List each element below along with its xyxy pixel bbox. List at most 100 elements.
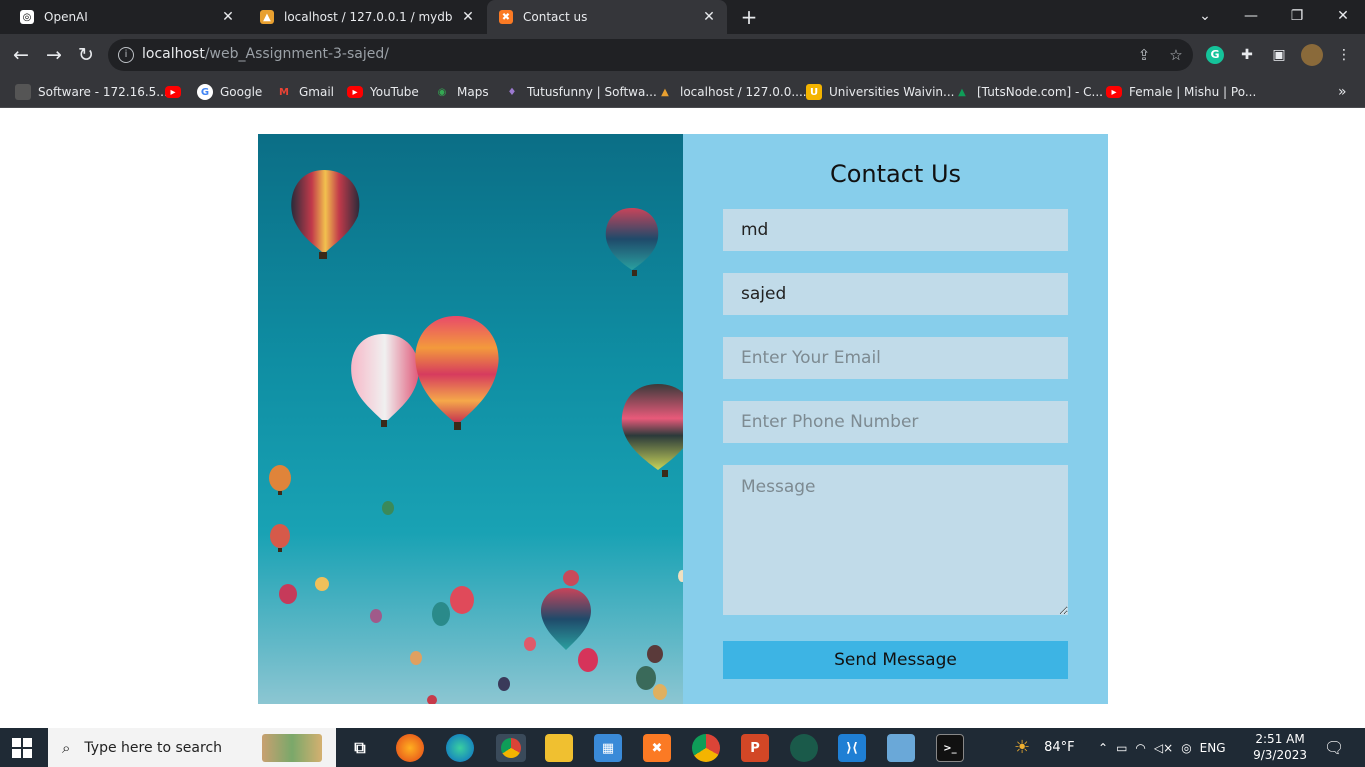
share-icon[interactable]: ⇪ — [1134, 45, 1154, 65]
bookmark-universities[interactable]: U Universities Waivin... — [806, 82, 954, 102]
openai-icon: ◎ — [20, 10, 34, 24]
bookmark-maps[interactable]: ◉ Maps — [434, 82, 489, 102]
browser-tab-strip: ◎ OpenAI ✕ ▲ localhost / 127.0.0.1 / myd… — [0, 0, 1365, 34]
wifi-icon[interactable]: ◠ — [1135, 741, 1145, 755]
windows-start-icon[interactable] — [12, 738, 32, 758]
software-icon — [15, 84, 31, 100]
clock-date: 9/3/2023 — [1253, 748, 1307, 762]
tab-title: localhost / 127.0.0.1 / mydb / use — [284, 10, 454, 24]
bookmark-localhost[interactable]: ▲ localhost / 127.0.0.... — [657, 82, 807, 102]
bookmark-label: Tutusfunny | Softwa... — [527, 85, 657, 99]
drive-icon: ▲ — [958, 86, 966, 98]
microsoft-store-icon[interactable]: ▦ — [594, 734, 622, 762]
send-message-button[interactable]: Send Message — [723, 641, 1068, 679]
first-name-input[interactable] — [723, 209, 1068, 251]
battery-icon[interactable]: ▭ — [1116, 741, 1127, 755]
universities-icon: U — [806, 84, 822, 100]
email-input[interactable] — [723, 337, 1068, 379]
profile-avatar[interactable] — [1301, 44, 1323, 66]
reload-button[interactable]: ↻ — [74, 43, 98, 67]
bookmark-software[interactable]: Software - 172.16.5... — [15, 82, 168, 102]
tab-title: OpenAI — [44, 10, 88, 24]
search-icon: ⌕ — [62, 738, 71, 757]
new-tab-button[interactable]: + — [738, 6, 760, 28]
bookmark-label: Maps — [457, 85, 489, 99]
hot-air-balloons-image — [258, 134, 683, 704]
camera-icon[interactable]: ◎ — [1181, 741, 1191, 755]
bookmark-star-icon[interactable]: ☆ — [1166, 45, 1186, 65]
system-tray: ⌃ ▭ ◠ ◁× ◎ ENG — [1098, 728, 1226, 767]
menu-kebab-icon[interactable]: ⋮ — [1334, 45, 1354, 65]
weather-widget[interactable]: ☀ 84°F — [1014, 728, 1075, 767]
url-path: /web_Assignment-3-sajed/ — [204, 46, 389, 62]
bookmark-label: YouTube — [370, 85, 419, 99]
back-button[interactable]: ← — [9, 43, 33, 67]
google-icon: G — [197, 84, 213, 100]
windows-taskbar: ⌕ Type here to search ⧉ ▦ ✖ P ⟩⟨ >_ ☀ 84… — [0, 728, 1365, 767]
bookmark-gmail[interactable]: M Gmail — [276, 82, 334, 102]
taskbar-clock[interactable]: 2:51 AM 9/3/2023 — [1253, 731, 1307, 763]
language-indicator[interactable]: ENG — [1200, 741, 1226, 755]
page-viewport: Contact Us Send Message — [0, 108, 1365, 728]
extensions-icon[interactable]: ✚ — [1237, 45, 1257, 65]
bookmark-label: Software - 172.16.5... — [38, 85, 168, 99]
close-icon[interactable]: ✕ — [701, 9, 717, 25]
tab-openai[interactable]: ◎ OpenAI ✕ — [8, 0, 246, 34]
site-info-icon[interactable]: i — [118, 47, 134, 63]
grammarly-icon[interactable]: G — [1206, 46, 1224, 64]
tutusfunny-icon: ♦ — [507, 86, 517, 98]
bookmark-label: localhost / 127.0.0.... — [680, 85, 807, 99]
powerpoint-icon[interactable]: P — [741, 734, 769, 762]
message-textarea[interactable] — [723, 465, 1068, 615]
contact-card: Contact Us Send Message — [258, 134, 1108, 704]
chrome-profile-icon[interactable] — [692, 734, 720, 762]
search-highlight-image — [262, 734, 322, 762]
bookmark-label: [TutsNode.com] - C... — [977, 85, 1103, 99]
chevron-up-icon[interactable]: ⌃ — [1098, 741, 1108, 755]
bookmark-label: Gmail — [299, 85, 335, 99]
bookmark-tutusfunny[interactable]: ♦ Tutusfunny | Softwa... — [504, 82, 657, 102]
bookmark-tutsnode[interactable]: ▲ [TutsNode.com] - C... — [954, 82, 1103, 102]
bookmarks-overflow-icon[interactable]: » — [1338, 82, 1347, 102]
file-explorer-icon[interactable] — [545, 734, 573, 762]
window-close-button[interactable]: ✕ — [1320, 0, 1365, 34]
browser-toolbar: ← → ↻ i localhost/web_Assignment-3-sajed… — [0, 34, 1365, 76]
notifications-icon[interactable]: 🗨 — [1324, 728, 1344, 767]
edge-icon[interactable] — [446, 734, 474, 762]
xampp-icon: ✖ — [499, 10, 513, 24]
restore-button[interactable]: ❐ — [1274, 0, 1320, 34]
task-view-icon[interactable]: ⧉ — [346, 734, 374, 762]
taskbar-search-box[interactable]: ⌕ Type here to search — [48, 728, 336, 767]
tab-contact-us[interactable]: ✖ Contact us ✕ — [487, 0, 727, 34]
xampp-taskbar-icon[interactable]: ✖ — [643, 734, 671, 762]
bookmark-youtube-shortcut[interactable]: ▸ — [165, 82, 188, 102]
minimize-button[interactable]: — — [1228, 0, 1274, 34]
notepad-icon[interactable] — [887, 734, 915, 762]
maps-icon: ◉ — [437, 86, 447, 98]
forward-button[interactable]: → — [42, 43, 66, 67]
firefox-icon[interactable] — [396, 734, 424, 762]
volume-icon[interactable]: ◁× — [1154, 741, 1173, 755]
vscode-icon[interactable]: ⟩⟨ — [838, 734, 866, 762]
tab-search-chevron-icon[interactable]: ⌄ — [1182, 0, 1228, 34]
phone-input[interactable] — [723, 401, 1068, 443]
bookmark-youtube[interactable]: ▸ YouTube — [347, 82, 419, 102]
bookmark-female-mishu[interactable]: ▸ Female | Mishu | Po... — [1106, 82, 1256, 102]
last-name-input[interactable] — [723, 273, 1068, 315]
terminal-icon[interactable]: >_ — [936, 734, 964, 762]
chrome-taskbar-icon[interactable] — [496, 734, 526, 762]
close-icon[interactable]: ✕ — [220, 9, 236, 25]
weather-temperature: 84°F — [1044, 740, 1075, 755]
tab-phpmyadmin[interactable]: ▲ localhost / 127.0.0.1 / mydb / use ✕ — [248, 0, 486, 34]
taskbar-search-placeholder: Type here to search — [84, 739, 223, 756]
side-panel-icon[interactable]: ▣ — [1269, 45, 1289, 65]
contact-form-title: Contact Us — [829, 160, 962, 188]
balloons-illustration — [269, 170, 683, 704]
close-icon[interactable]: ✕ — [460, 9, 476, 25]
address-bar[interactable]: i localhost/web_Assignment-3-sajed/ ⇪ ☆ — [108, 39, 1193, 71]
phpmyadmin-icon: ▲ — [661, 86, 669, 98]
gitkraken-icon[interactable] — [790, 734, 818, 762]
bookmark-label: Google — [220, 85, 263, 99]
tab-title: Contact us — [523, 10, 588, 24]
bookmark-google[interactable]: G Google — [197, 82, 262, 102]
